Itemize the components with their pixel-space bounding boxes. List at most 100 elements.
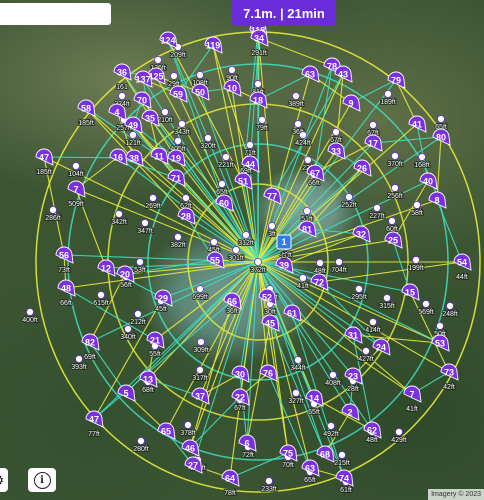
waypoint-marker[interactable]: 16 [109, 148, 128, 166]
midpoint-dot[interactable] [391, 184, 399, 192]
waypoint-marker[interactable]: 124 [159, 31, 178, 49]
info-button[interactable]: i [28, 468, 56, 492]
midpoint-dot[interactable] [418, 153, 426, 161]
midpoint-dot[interactable] [154, 56, 162, 64]
midpoint-dot[interactable] [303, 207, 311, 215]
midpoint-dot[interactable] [75, 355, 83, 363]
waypoint-marker[interactable]: 58 185ft [77, 99, 96, 128]
waypoint-marker[interactable]: 38 [125, 149, 144, 167]
midpoint-dot[interactable] [97, 291, 105, 299]
midpoint-dot[interactable] [335, 258, 343, 266]
midpoint-dot[interactable] [242, 231, 250, 239]
midpoint-dot[interactable] [384, 90, 392, 98]
midpoint-dot[interactable] [299, 274, 307, 282]
midpoint-dot[interactable] [362, 347, 370, 355]
midpoint-dot[interactable] [182, 194, 190, 202]
waypoint-marker[interactable]: 53 [431, 334, 450, 352]
midpoint-dot[interactable] [196, 366, 204, 374]
midpoint-dot[interactable] [174, 233, 182, 241]
midpoint-dot[interactable] [136, 258, 144, 266]
waypoint-marker[interactable]: 41 [408, 115, 427, 133]
midpoint-dot[interactable] [141, 219, 149, 227]
search-input[interactable] [0, 3, 111, 25]
waypoint-marker[interactable]: 54 44ft [453, 253, 472, 282]
waypoint-marker[interactable]: 25 [384, 231, 403, 249]
midpoint-dot[interactable] [115, 210, 123, 218]
midpoint-dot[interactable] [299, 131, 307, 139]
waypoint-marker[interactable]: 72 [310, 273, 329, 291]
midpoint-dot[interactable] [210, 238, 218, 246]
waypoint-marker[interactable]: 119 [204, 36, 223, 54]
waypoint-marker[interactable]: 67 [306, 164, 325, 182]
midpoint-dot[interactable] [49, 206, 57, 214]
midpoint-dot[interactable] [178, 120, 186, 128]
waypoint-marker[interactable]: 12 [97, 259, 116, 277]
waypoint-marker[interactable]: 36 161 [113, 63, 132, 92]
settings-button[interactable]: ⚙ [0, 468, 8, 492]
midpoint-dot[interactable] [246, 141, 254, 149]
midpoint-dot[interactable] [316, 259, 324, 267]
waypoint-marker[interactable]: 9 [342, 94, 361, 112]
midpoint-dot[interactable] [149, 194, 157, 202]
midpoint-dot[interactable] [196, 285, 204, 293]
midpoint-dot[interactable] [329, 371, 337, 379]
midpoint-dot[interactable] [197, 338, 205, 346]
midpoint-dot[interactable] [436, 322, 444, 330]
waypoint-marker[interactable]: 8 [428, 191, 447, 209]
waypoint-marker[interactable]: 47 185ft [35, 148, 54, 177]
midpoint-dot[interactable] [292, 389, 300, 397]
midpoint-dot[interactable] [413, 201, 421, 209]
midpoint-dot[interactable] [174, 137, 182, 145]
satellite-map[interactable]: 209ft126ft29ft108ft90ft81ft389ft189ft224… [0, 0, 484, 500]
midpoint-dot[interactable] [254, 258, 262, 266]
midpoint-dot[interactable] [355, 285, 363, 293]
midpoint-dot[interactable] [369, 318, 377, 326]
midpoint-dot[interactable] [422, 300, 430, 308]
waypoint-marker[interactable]: 64 78ft [221, 469, 240, 498]
midpoint-dot[interactable] [218, 180, 226, 188]
waypoint-marker[interactable]: 7 509ft [67, 180, 86, 209]
midpoint-dot[interactable] [170, 72, 178, 80]
midpoint-dot[interactable] [196, 71, 204, 79]
midpoint-dot[interactable] [294, 120, 302, 128]
midpoint-dot[interactable] [268, 222, 276, 230]
waypoint-marker[interactable]: 35 [141, 109, 160, 127]
midpoint-dot[interactable] [118, 92, 126, 100]
waypoint-marker[interactable]: 32 [352, 225, 371, 243]
midpoint-dot[interactable] [228, 66, 236, 74]
waypoint-marker[interactable]: 43 [334, 65, 353, 83]
waypoint-marker[interactable]: 33 [327, 142, 346, 160]
midpoint-dot[interactable] [134, 310, 142, 318]
midpoint-dot[interactable] [395, 428, 403, 436]
midpoint-dot[interactable] [437, 115, 445, 123]
midpoint-dot[interactable] [232, 246, 240, 254]
midpoint-dot[interactable] [72, 162, 80, 170]
midpoint-dot[interactable] [161, 108, 169, 116]
waypoint-marker[interactable]: 28 [177, 207, 196, 225]
midpoint-dot[interactable] [304, 156, 312, 164]
waypoint-marker[interactable]: 80 [432, 128, 451, 146]
midpoint-dot[interactable] [412, 256, 420, 264]
midpoint-dot[interactable] [254, 80, 262, 88]
midpoint-dot[interactable] [446, 302, 454, 310]
waypoint-marker[interactable]: 7 41ft [403, 385, 422, 414]
midpoint-dot[interactable] [383, 294, 391, 302]
waypoint-marker[interactable]: 79 [387, 71, 406, 89]
midpoint-dot[interactable] [124, 325, 132, 333]
midpoint-dot[interactable] [258, 116, 266, 124]
waypoint-marker[interactable]: 77 [263, 187, 282, 205]
midpoint-dot[interactable] [332, 128, 340, 136]
waypoint-marker[interactable]: 40 [419, 172, 438, 190]
waypoint-marker[interactable]: 63 [301, 65, 320, 83]
midpoint-dot[interactable] [294, 356, 302, 364]
waypoint-marker[interactable]: 31 [344, 326, 363, 344]
midpoint-dot[interactable] [137, 437, 145, 445]
waypoint-marker[interactable]: 68 [316, 445, 335, 463]
waypoint-marker[interactable]: 65 [157, 422, 176, 440]
waypoint-marker[interactable]: 82 69ft [81, 333, 100, 362]
midpoint-dot[interactable] [338, 451, 346, 459]
midpoint-dot[interactable] [388, 217, 396, 225]
midpoint-dot[interactable] [391, 152, 399, 160]
midpoint-dot[interactable] [204, 134, 212, 142]
midpoint-dot[interactable] [373, 204, 381, 212]
